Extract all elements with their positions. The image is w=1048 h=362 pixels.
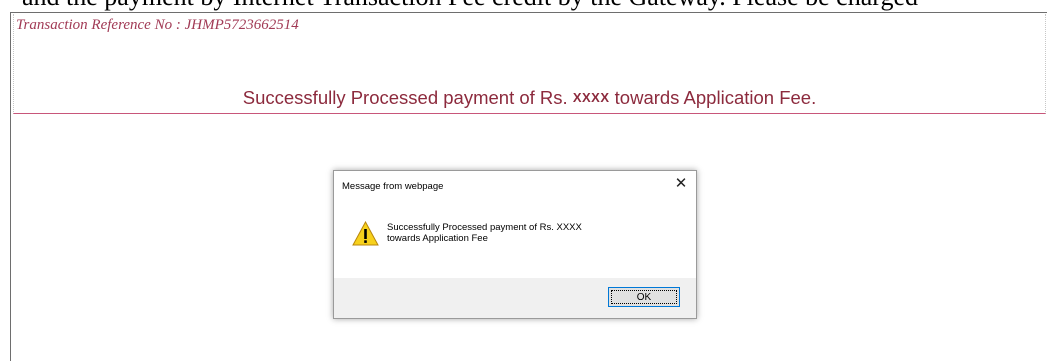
- cropped-top-text: and the payment by Internet Transaction …: [0, 0, 1048, 12]
- dialog-footer: OK: [334, 278, 696, 318]
- dialog-message: Successfully Processed payment of Rs. XX…: [387, 222, 667, 244]
- success-message: Successfully Processed payment of Rs. XX…: [14, 87, 1045, 109]
- amount-value: XXXX: [572, 90, 610, 105]
- message-dialog: Message from webpage ✕ Successfully Proc…: [333, 170, 697, 319]
- success-suffix: towards Application Fee.: [614, 87, 817, 108]
- ok-button[interactable]: OK: [608, 287, 680, 307]
- dialog-message-line2: towards Application Fee: [387, 233, 488, 244]
- success-prefix: Successfully Processed payment of Rs.: [242, 87, 568, 108]
- close-icon[interactable]: ✕: [672, 175, 690, 193]
- dialog-message-line1: Successfully Processed payment of Rs. XX…: [387, 222, 582, 233]
- dialog-title: Message from webpage: [342, 181, 444, 192]
- cropped-top-line: and the payment by Internet Transaction …: [22, 0, 918, 12]
- transaction-reference: Transaction Reference No : JHMP572366251…: [16, 17, 299, 33]
- header-panel: Transaction Reference No : JHMP572366251…: [13, 14, 1046, 114]
- warning-icon: [352, 221, 379, 246]
